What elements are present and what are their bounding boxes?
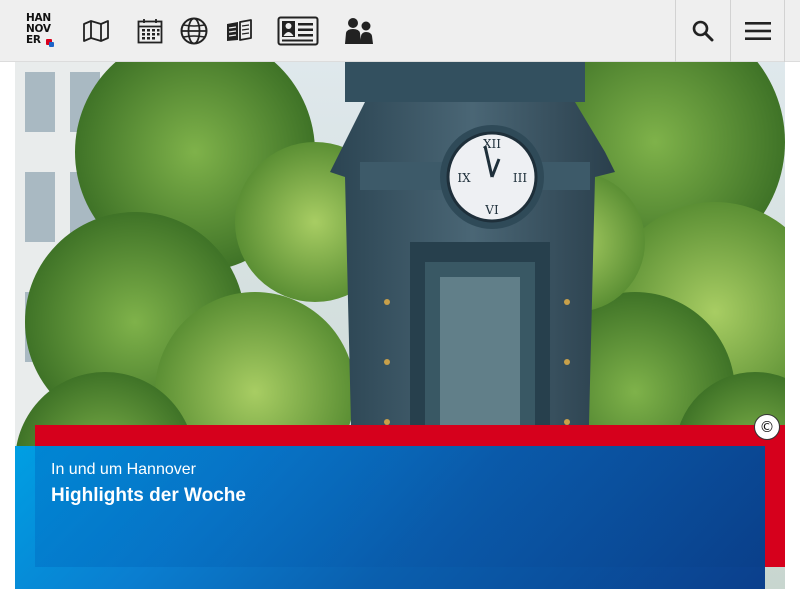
hamburger-menu-icon — [744, 22, 771, 40]
teaser-subtitle: In und um Hannover — [51, 461, 196, 478]
svg-text:III: III — [513, 171, 527, 185]
copyright-button[interactable]: © — [754, 414, 780, 440]
menu-button[interactable] — [730, 0, 785, 62]
map-icon — [83, 20, 109, 42]
nav-globe-button[interactable] — [179, 14, 209, 48]
teaser-title[interactable]: Highlights der Woche — [51, 485, 246, 507]
id-card-icon — [277, 16, 319, 46]
teaser-card[interactable]: In und um Hannover Highlights der Woche — [15, 446, 765, 589]
nav-map-button[interactable] — [82, 14, 110, 48]
nav-id-card-button[interactable] — [276, 14, 320, 48]
hannover-logo[interactable]: HAN NOV ER — [26, 13, 56, 49]
search-icon — [692, 20, 714, 42]
globe-icon — [180, 17, 208, 45]
search-button[interactable] — [675, 0, 730, 62]
svg-text:IX: IX — [457, 171, 471, 185]
logo-blue-square — [49, 42, 54, 47]
nav-people-button[interactable] — [342, 14, 376, 48]
book-icon — [227, 19, 252, 41]
site-header: HAN NOV ER — [0, 0, 800, 62]
nav-calendar-button[interactable] — [136, 14, 164, 48]
people-icon — [345, 18, 373, 44]
svg-text:VI: VI — [484, 203, 499, 217]
nav-book-button[interactable] — [224, 14, 254, 48]
calendar-icon — [137, 19, 163, 44]
